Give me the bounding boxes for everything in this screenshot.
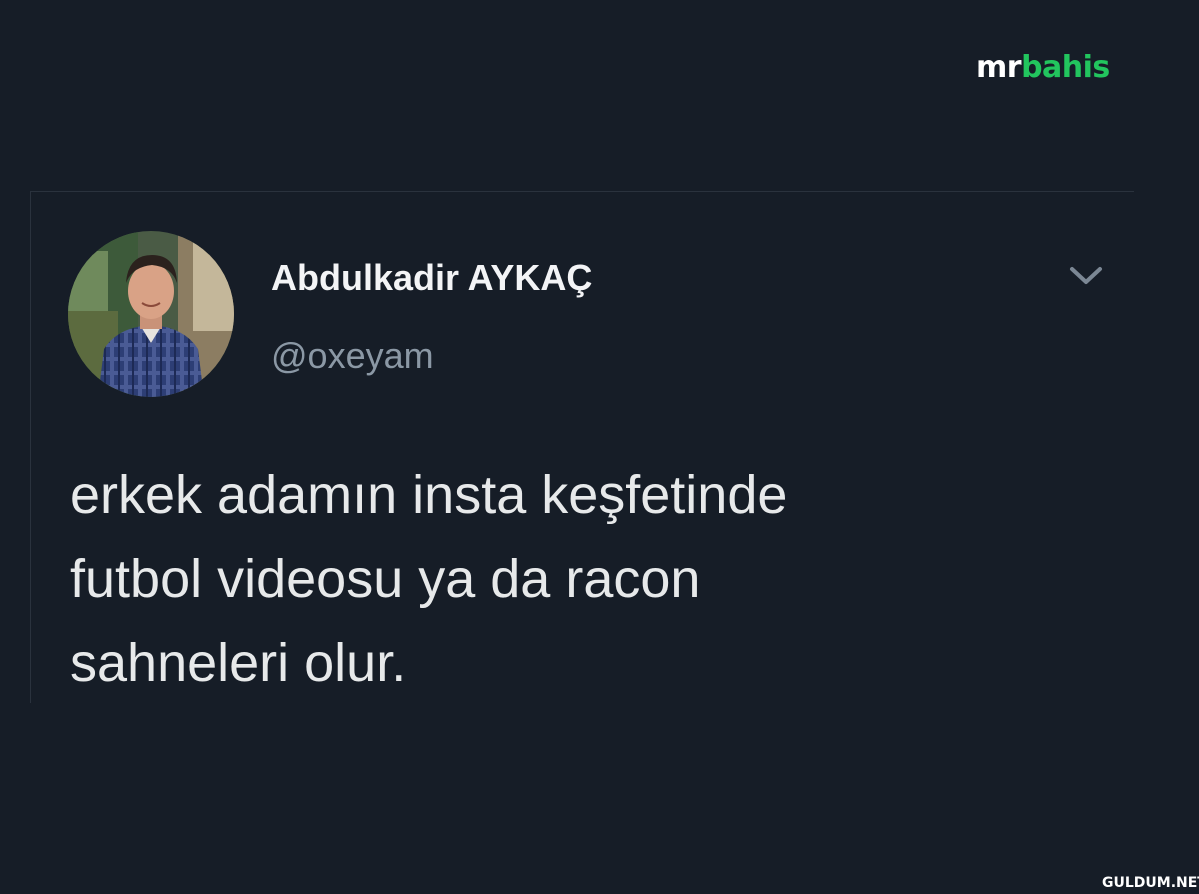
chevron-down-icon[interactable] xyxy=(1066,262,1106,290)
logo-part-bahis: bahis xyxy=(1021,50,1110,85)
tweet-author-name[interactable]: Abdulkadir AYKAÇ xyxy=(271,254,592,302)
brand-logo: mrbahis xyxy=(976,48,1110,88)
avatar[interactable] xyxy=(68,231,234,397)
tweet-text-line: erkek adamın insta keşfetinde xyxy=(70,465,788,525)
logo-part-mr: mr xyxy=(976,50,1022,85)
site-watermark: GULDUM.NET xyxy=(1102,875,1199,891)
tweet-text-line: futbol videosu ya da racon xyxy=(70,549,701,609)
avatar-photo xyxy=(68,231,234,397)
tweet-text-line: sahneleri olur. xyxy=(70,633,407,693)
tweet-left-divider xyxy=(30,191,31,703)
tweet-top-divider xyxy=(30,191,1134,192)
tweet-author-handle[interactable]: @oxeyam xyxy=(271,332,434,380)
tweet-text: erkek adamın insta keşfetinde futbol vid… xyxy=(70,453,1070,705)
